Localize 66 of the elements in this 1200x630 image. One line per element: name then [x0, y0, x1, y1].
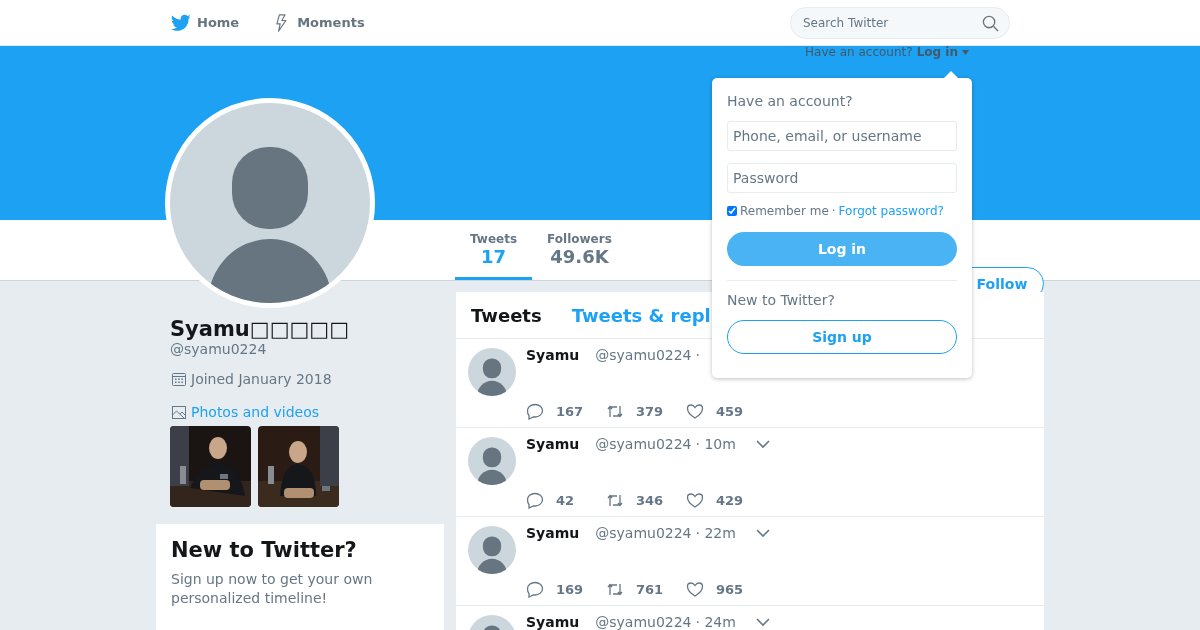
dropdown-title: Have an account? — [727, 93, 854, 109]
account-prompt: Have an account? — [805, 45, 913, 59]
reply-count: 169 — [556, 582, 584, 597]
join-date: Joined January 2018 — [191, 371, 332, 387]
login-link[interactable]: Log in — [916, 45, 958, 59]
stat-tab[interactable]: Followers 49.6K — [532, 220, 627, 280]
search-icon — [982, 14, 999, 32]
tweet-time: · 10m — [695, 436, 736, 452]
heart-icon[interactable] — [686, 492, 704, 509]
retweet-count: 379 — [636, 404, 664, 419]
retweet-icon[interactable] — [606, 581, 624, 598]
heart-icon[interactable] — [686, 581, 704, 598]
media-link[interactable]: Photos and videos — [191, 404, 319, 420]
username-field[interactable]: Phone, email, or username — [727, 121, 957, 151]
tweet-handle: @syamu0224 — [595, 347, 692, 363]
profile-handle: @syamu0224 — [169, 341, 268, 357]
search-field[interactable]: Search Twitter — [790, 6, 1010, 39]
signup-prompt: New to Twitter? — [727, 292, 836, 308]
like-count: 429 — [716, 493, 744, 508]
tweet-author: Syamu — [526, 347, 580, 363]
reply-icon[interactable] — [526, 581, 544, 598]
like-count: 459 — [716, 404, 744, 419]
tweet-author: Syamu — [526, 525, 580, 541]
chevron-icon[interactable] — [755, 617, 770, 627]
caret-icon — [961, 49, 969, 55]
avatar-icon — [468, 348, 516, 396]
avatar-icon — [468, 437, 516, 485]
like-count: 965 — [716, 582, 744, 597]
image-icon — [171, 404, 187, 420]
chevron-icon[interactable] — [755, 528, 770, 538]
signup-button[interactable]: Sign up — [727, 320, 957, 354]
remember-label: Remember me — [740, 204, 829, 218]
avatar-icon — [468, 526, 516, 574]
heart-icon[interactable] — [686, 403, 704, 420]
chevron-icon[interactable] — [755, 439, 770, 449]
reply-count: 42 — [556, 493, 575, 508]
nav-link[interactable]: Home — [171, 13, 240, 32]
reply-icon[interactable] — [526, 492, 544, 509]
reply-icon[interactable] — [526, 403, 544, 420]
profile-name: Syamu□□□□□ — [169, 317, 351, 341]
forgot-password-link[interactable]: Forgot password? — [838, 204, 944, 218]
retweet-icon[interactable] — [606, 492, 624, 509]
retweet-count: 761 — [636, 582, 664, 597]
tweet-handle: @syamu0224 — [595, 614, 692, 630]
timeline-tab[interactable]: Tweets — [471, 304, 542, 326]
tweet-time: · 24m — [695, 614, 736, 630]
password-field[interactable]: Password — [727, 163, 957, 193]
stat-tab[interactable]: Tweets 17 — [455, 220, 533, 280]
calendar-icon — [171, 371, 187, 387]
tweet-handle: @syamu0224 — [595, 436, 692, 452]
retweet-count: 346 — [636, 493, 664, 508]
tweet-author: Syamu — [526, 614, 580, 630]
separator: · — [831, 204, 836, 218]
tweet-time: · — [695, 347, 700, 363]
reply-count: 167 — [556, 404, 584, 419]
login-button[interactable]: Log in — [727, 232, 957, 266]
retweet-icon[interactable] — [606, 403, 624, 420]
tweet-author: Syamu — [526, 436, 580, 452]
card-text: Sign up now to get your own personalized timeline! — [171, 570, 374, 608]
tweet-handle: @syamu0224 — [595, 525, 692, 541]
nav-link[interactable]: Moments — [271, 13, 365, 32]
card-title: New to Twitter? — [171, 538, 358, 562]
tweet-time: · 22m — [695, 525, 736, 541]
bird-icon — [171, 13, 191, 32]
remember-checkbox[interactable] — [727, 206, 737, 216]
timeline-tab[interactable]: Tweets & repl — [571, 304, 711, 326]
